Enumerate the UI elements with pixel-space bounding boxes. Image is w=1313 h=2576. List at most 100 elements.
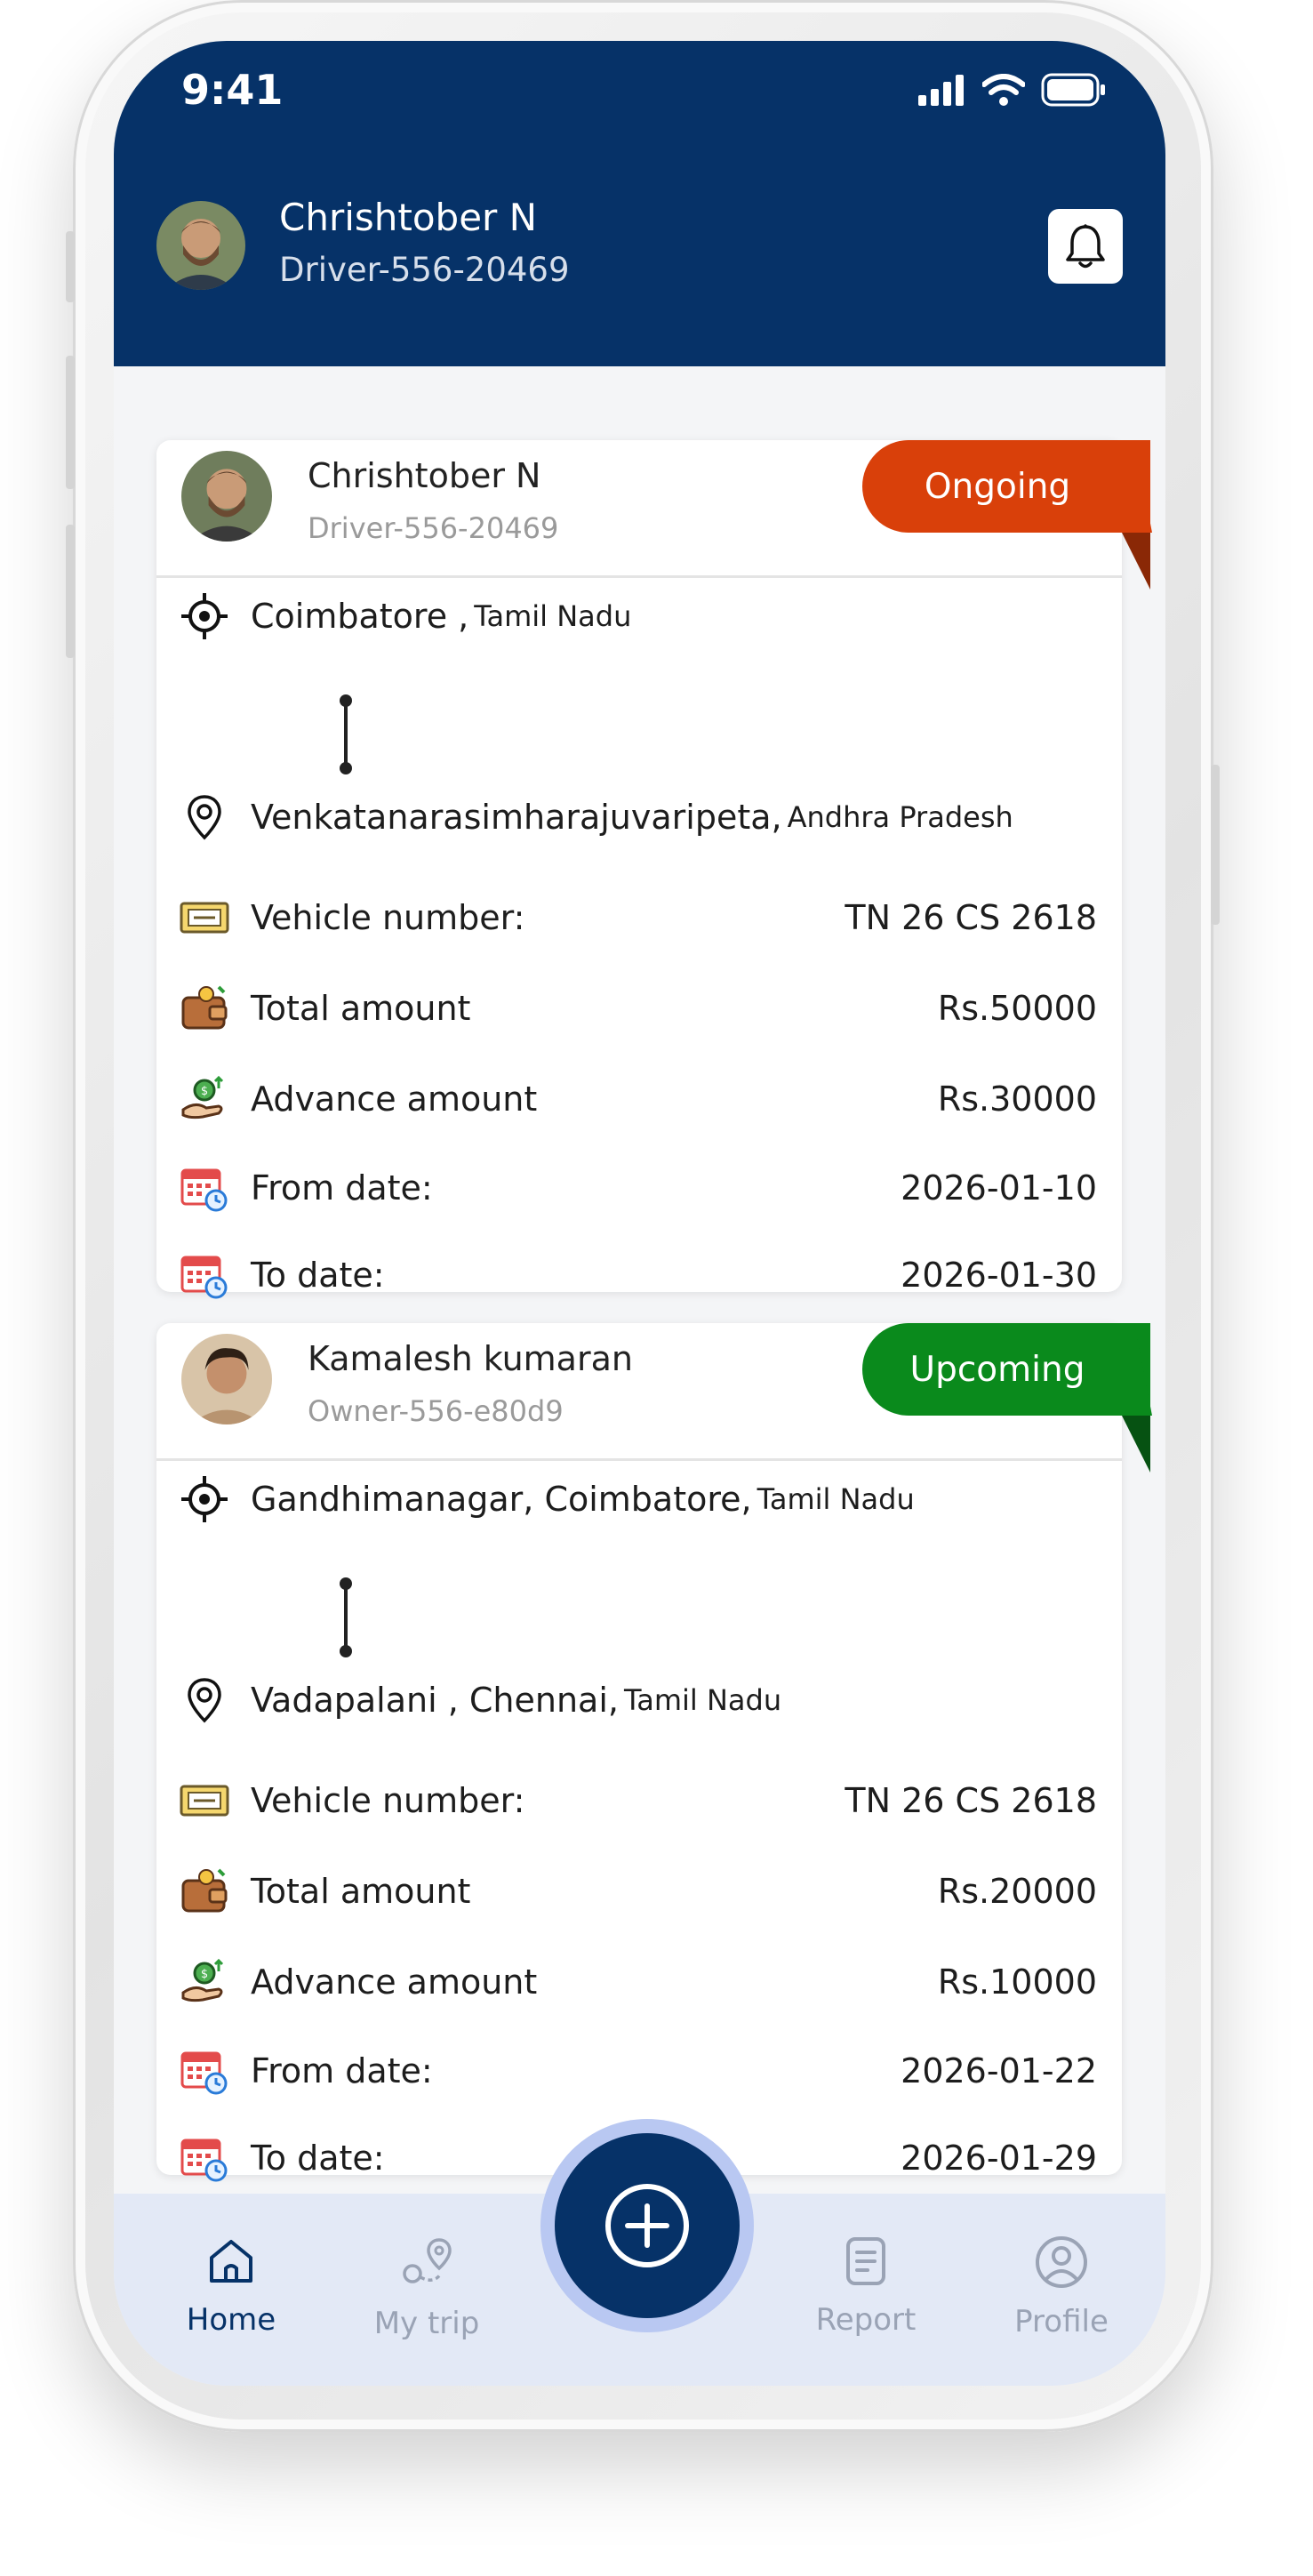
trip-card[interactable]: Kamalesh kumaran Owner-556-e80d9 Upcomin… — [156, 1323, 1152, 2182]
advance-amount-value: Rs.30000 — [937, 1079, 1097, 1119]
home-icon — [210, 2240, 252, 2283]
destination-state: Tamil Nadu — [623, 1683, 782, 1717]
from-date-label: From date: — [251, 1168, 433, 1208]
target-icon — [181, 1476, 228, 1522]
vehicle-number-label: Vehicle number: — [251, 898, 525, 937]
destination-city: Venkatanarasimharajuvaripeta, — [251, 798, 782, 837]
trip-card-header: Chrishtober N Driver-556-20469 Ongoing — [156, 440, 1152, 590]
trip-person-id: Driver-556-20469 — [308, 511, 559, 545]
total-amount-row: Total amount Rs.20000 — [180, 1860, 1097, 1922]
nav-my-trip[interactable]: My trip — [356, 2235, 498, 2341]
target-icon — [181, 593, 228, 639]
advance-amount-label: Advance amount — [251, 1079, 538, 1119]
origin-state: Tamil Nadu — [757, 1482, 915, 1516]
bell-icon — [1066, 224, 1105, 269]
trip-person-name: Kamalesh kumaran — [308, 1339, 633, 1378]
advance-amount-row: $ Advance amount Rs.10000 — [180, 1951, 1097, 2013]
location-pin-icon — [188, 1678, 221, 1723]
origin-city: Gandhimanagar, Coimbatore, — [251, 1480, 752, 1519]
header-user-id: Driver-556-20469 — [279, 251, 570, 289]
from-date-value: 2026-01-22 — [901, 2051, 1097, 2090]
status-ribbon-fold — [1122, 533, 1150, 590]
advance-amount-label: Advance amount — [251, 1962, 538, 2002]
header-user-name: Chrishtober N — [279, 196, 538, 239]
avatar — [181, 1334, 272, 1424]
nav-profile-label: Profile — [1014, 2304, 1109, 2339]
destination-state: Andhra Pradesh — [787, 800, 1013, 834]
profile-icon — [1036, 2236, 1087, 2288]
total-amount-value: Rs.20000 — [937, 1872, 1097, 1911]
nav-report-label: Report — [815, 2302, 917, 2338]
svg-text:$: $ — [201, 1085, 208, 1098]
to-date-row: To date: 2026-01-30 — [180, 1244, 1097, 1306]
total-amount-label: Total amount — [251, 989, 471, 1028]
from-date-row: From date: 2026-01-22 — [180, 2040, 1097, 2102]
money-hand-icon: $ — [180, 1957, 229, 2007]
notifications-button[interactable] — [1048, 209, 1123, 284]
app-screen: 9:41 Chrishtober N Driver-556-20469 Chri… — [114, 41, 1165, 2386]
battery-icon — [1041, 73, 1105, 107]
trip-person-id: Owner-556-e80d9 — [308, 1394, 564, 1428]
trip-destination: Vadapalani , Chennai, Tamil Nadu — [180, 1675, 781, 1725]
calendar-icon — [180, 2133, 229, 2183]
to-date-label: To date: — [251, 1256, 385, 1295]
total-amount-value: Rs.50000 — [937, 989, 1097, 1028]
wifi-icon — [982, 74, 1025, 106]
total-amount-label: Total amount — [251, 1872, 471, 1911]
from-date-value: 2026-01-10 — [901, 1168, 1097, 1208]
status-icons — [917, 73, 1107, 107]
calendar-icon — [180, 2046, 229, 2096]
nav-profile[interactable]: Profile — [990, 2235, 1133, 2339]
avatar[interactable] — [156, 201, 245, 290]
trip-card-header: Kamalesh kumaran Owner-556-e80d9 Upcomin… — [156, 1323, 1152, 1473]
trip-card[interactable]: Chrishtober N Driver-556-20469 Ongoing C… — [156, 440, 1152, 1299]
vehicle-number-value: TN 26 CS 2618 — [845, 1781, 1097, 1820]
vehicle-number-value: TN 26 CS 2618 — [845, 898, 1097, 937]
vehicle-number-row: Vehicle number: TN 26 CS 2618 — [180, 1769, 1097, 1832]
signal-icon — [918, 75, 964, 106]
route-connector — [340, 694, 352, 774]
svg-text:$: $ — [201, 1968, 208, 1981]
phone-side-button — [66, 231, 75, 302]
status-ribbon-tip — [1122, 1323, 1152, 1416]
wallet-icon — [180, 983, 229, 1033]
origin-state: Tamil Nadu — [474, 599, 632, 633]
calendar-icon — [180, 1163, 229, 1213]
money-hand-icon: $ — [180, 1074, 229, 1124]
origin-city: Coimbatore , — [251, 597, 469, 636]
from-date-label: From date: — [251, 2051, 433, 2090]
nav-my-trip-label: My trip — [373, 2306, 480, 2341]
wallet-icon — [180, 1866, 229, 1916]
add-trip-button[interactable] — [555, 2133, 740, 2318]
trip-person-name: Chrishtober N — [308, 456, 541, 495]
calendar-icon — [180, 1250, 229, 1300]
trip-origin: Coimbatore , Tamil Nadu — [180, 591, 631, 641]
trip-destination: Venkatanarasimharajuvaripeta, Andhra Pra… — [180, 792, 1013, 842]
total-amount-row: Total amount Rs.50000 — [180, 977, 1097, 1039]
plus-icon — [605, 2184, 689, 2267]
nav-home[interactable]: Home — [160, 2235, 302, 2338]
route-icon — [403, 2238, 452, 2283]
status-badge: Ongoing — [862, 440, 1150, 533]
nav-home-label: Home — [186, 2302, 276, 2338]
route-connector — [340, 1577, 352, 1657]
advance-amount-row: $ Advance amount Rs.30000 — [180, 1068, 1097, 1130]
vehicle-plate-icon — [180, 1776, 229, 1826]
phone-side-button — [66, 525, 75, 658]
phone-side-button — [1211, 765, 1220, 925]
to-date-value: 2026-01-29 — [901, 2139, 1097, 2178]
status-time: 9:41 — [181, 66, 284, 114]
status-badge: Upcoming — [862, 1323, 1150, 1416]
status-ribbon-tip — [1122, 440, 1152, 533]
nav-report[interactable]: Report — [795, 2235, 937, 2338]
vehicle-number-label: Vehicle number: — [251, 1781, 525, 1820]
vehicle-plate-icon — [180, 893, 229, 943]
vehicle-number-row: Vehicle number: TN 26 CS 2618 — [180, 887, 1097, 949]
report-icon — [846, 2237, 885, 2285]
trip-origin: Gandhimanagar, Coimbatore, Tamil Nadu — [180, 1474, 915, 1524]
status-ribbon-fold — [1122, 1416, 1150, 1473]
from-date-row: From date: 2026-01-10 — [180, 1157, 1097, 1219]
advance-amount-value: Rs.10000 — [937, 1962, 1097, 2002]
phone-side-button — [66, 356, 75, 489]
destination-city: Vadapalani , Chennai, — [251, 1681, 619, 1720]
